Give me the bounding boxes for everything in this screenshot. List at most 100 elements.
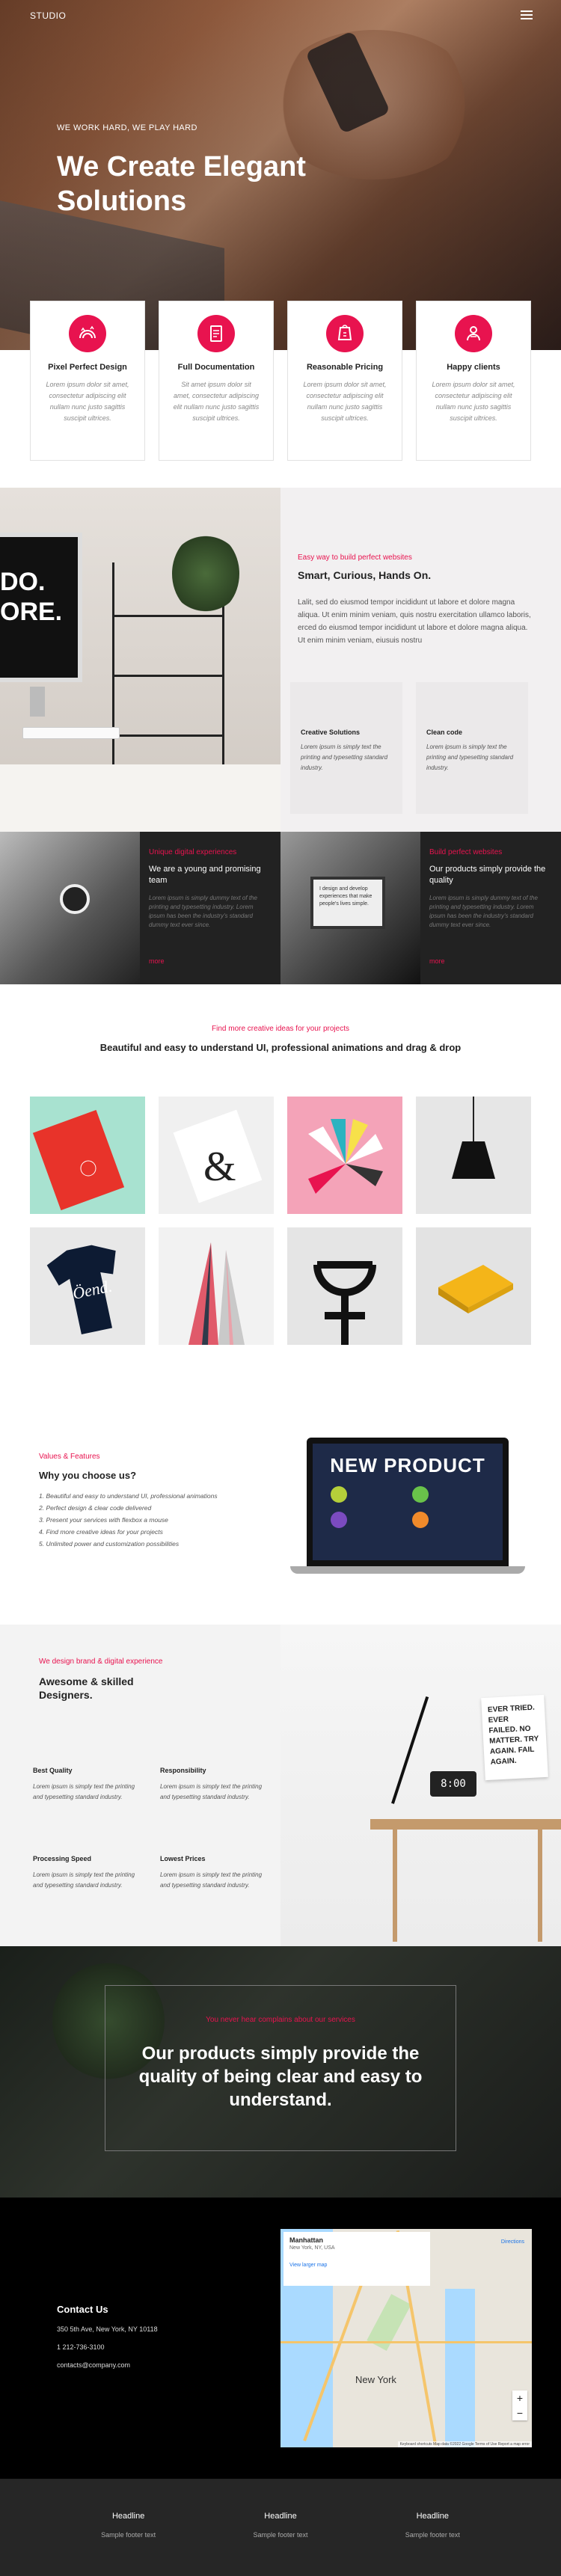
more-link[interactable]: more [149, 957, 165, 965]
split-title: We are a young and promising team [149, 865, 261, 885]
feature-text: Sit amet ipsum dolor sit amet, consectet… [173, 381, 260, 422]
brand-item: Processing Speed Lorem ipsum is simply te… [33, 1855, 145, 1891]
workspace-image: DO. ORE. [0, 488, 280, 832]
monitor-image: DO. ORE. [0, 533, 82, 682]
poster-image: EVER TRIED. EVER FAILED. NO MATTER. TRY … [481, 1694, 548, 1781]
quote-text: Our products simply provide the quality … [138, 2043, 423, 2110]
brand-kicker: We design brand & digital experience [39, 1657, 163, 1666]
about-text-block: Easy way to build perfect websites Smart… [298, 553, 537, 647]
brand-item-title: Lowest Prices [160, 1855, 206, 1862]
feature-card: Pixel Perfect Design Lorem ipsum dolor s… [30, 301, 145, 461]
values-list: 1. Beautiful and easy to understand UI, … [39, 1490, 293, 1550]
map-embed[interactable]: Manhattan New York, NY, USA View larger … [280, 2229, 532, 2447]
map-place-card: Manhattan New York, NY, USA View larger … [283, 2232, 430, 2286]
contact-phone[interactable]: 1 212-736-3100 [57, 2343, 158, 2351]
gallery-tile-typography[interactable] [287, 1227, 402, 1345]
feature-title: Reasonable Pricing [306, 363, 384, 372]
brand-item-title: Processing Speed [33, 1855, 92, 1862]
hero-section: STUDIO WE WORK HARD, WE PLAY HARD We Cre… [0, 0, 561, 350]
alarm-clock: 8:00 [430, 1771, 476, 1797]
product-circles [331, 1486, 485, 1528]
laptop-screen-title: NEW PRODUCT [330, 1454, 485, 1476]
gallery-tile-pendant-lamp[interactable] [416, 1097, 531, 1214]
gallery-tile-red-notebook[interactable] [30, 1097, 145, 1214]
quote-section: You never hear complains about our servi… [0, 1946, 561, 2198]
table-legs [393, 1830, 542, 1942]
map-zoom-control[interactable]: + − [512, 2391, 527, 2420]
brand-item-title: Best Quality [33, 1767, 73, 1774]
split-text: Lorem ipsum is simply dummy text of the … [149, 895, 257, 928]
contact-title: Contact Us [57, 2304, 108, 2315]
contact-email[interactable]: contacts@company.com [57, 2361, 158, 2369]
split-section: Unique digital experiences We are a youn… [0, 832, 561, 984]
document-icon [197, 315, 235, 352]
brand-section: EVER TRIED. EVER FAILED. NO MATTER. TRY … [0, 1625, 561, 1946]
values-list-item: 3. Present your services with flexbox a … [39, 1516, 168, 1524]
gallery-title: Beautiful and easy to understand UI, pro… [99, 1042, 462, 1053]
workspace-photo [0, 832, 140, 984]
footer: Headline Sample footer text Headline Sampl… [0, 2479, 561, 2576]
brand-item-text: Lorem ipsum is simply text the printing … [33, 1871, 135, 1889]
gallery-tile-ampersand[interactable]: & [159, 1097, 274, 1214]
split-kicker: Build perfect websites [429, 848, 503, 856]
map-place-sub: New York, NY, USA [289, 2245, 335, 2251]
gallery-tile-paper-sculpture[interactable] [159, 1227, 274, 1345]
hamburger-menu-icon[interactable] [521, 10, 533, 19]
sub-card-title: Clean code [426, 729, 463, 736]
map-river [445, 2289, 475, 2447]
contact-info: Contact Us 350 5th Ave, New York, NY 101… [57, 2304, 158, 2369]
split-text-block: Unique digital experiences We are a youn… [140, 832, 280, 984]
brand-item-text: Lorem ipsum is simply text the printing … [160, 1871, 263, 1889]
about-title: Smart, Curious, Hands On. [298, 569, 432, 581]
quote-kicker: You never hear complains about our servi… [206, 2016, 355, 2024]
laptop-photo: I design and develop experiences that ma… [280, 832, 420, 984]
rainbow-icon [69, 315, 106, 352]
laptop-screen-text: I design and develop experiences that ma… [319, 886, 373, 907]
product-dot [412, 1512, 429, 1528]
zoom-in-icon[interactable]: + [512, 2391, 527, 2405]
more-link[interactable]: more [429, 957, 445, 965]
brand-item: Responsibility Lorem ipsum is simply text… [160, 1767, 272, 1803]
desk-surface [0, 764, 280, 832]
pricing-icon [326, 315, 364, 352]
split-title: Our products simply provide the quality [429, 865, 546, 885]
about-paragraph: Lalit, sed do eiusmod tempor incididunt … [298, 598, 531, 645]
brand-item: Lowest Prices Lorem ipsum is simply text … [160, 1855, 272, 1891]
view-larger-map-link[interactable]: View larger map [289, 2263, 424, 2268]
feature-title: Happy clients [447, 363, 500, 372]
feature-title: Full Documentation [177, 363, 255, 372]
gallery-tile-tshirt[interactable]: Öend. [30, 1227, 145, 1345]
sub-card-title: Creative Solutions [301, 729, 361, 736]
brand-logo[interactable]: STUDIO [30, 10, 66, 21]
brand-title: Awesome & skilled Designers. [39, 1675, 134, 1701]
feature-card: Full Documentation Sit amet ipsum dolor … [159, 301, 274, 461]
split-text-block: Build perfect websites Our products simp… [420, 832, 561, 984]
hero-eyebrow: WE WORK HARD, WE PLAY HARD [57, 123, 197, 132]
feature-text: Lorem ipsum dolor sit amet, consectetur … [46, 381, 129, 422]
split-kicker: Unique digital experiences [149, 848, 237, 856]
map-credits: Keyboard shortcuts Map data ©2022 Google… [397, 2441, 532, 2447]
values-section: Values & Features Why you choose us? 1. … [0, 1376, 561, 1623]
gallery-header: Find more creative ideas for your projec… [0, 1025, 561, 1053]
laptop-screen: I design and develop experiences that ma… [310, 877, 385, 929]
feature-text: Lorem ipsum dolor sit amet, consectetur … [303, 381, 387, 422]
feature-text: Lorem ipsum dolor sit amet, consectetur … [432, 381, 515, 422]
desk-lamp-image: EVER TRIED. EVER FAILED. NO MATTER. TRY … [280, 1625, 561, 1946]
contact-section: Contact Us 350 5th Ave, New York, NY 101… [0, 2198, 561, 2479]
plant-image [172, 533, 239, 615]
about-sub-card: Clean code Lorem ipsum is simply text th… [416, 682, 528, 814]
values-list-item: 1. Beautiful and easy to understand UI, … [39, 1492, 218, 1500]
product-dot [331, 1512, 347, 1528]
svg-text:&: & [203, 1144, 236, 1190]
footer-text: Sample footer text [405, 2531, 460, 2539]
zoom-out-icon[interactable]: − [512, 2405, 527, 2420]
about-section: DO. ORE. Easy way to build perfect websi… [0, 488, 561, 832]
laptop-base [290, 1566, 525, 1574]
brand-item: Best Quality Lorem ipsum is simply text t… [33, 1767, 145, 1803]
values-text-block: Values & Features Why you choose us? 1. … [39, 1453, 293, 1550]
gallery-tile-yellow-cards[interactable] [416, 1227, 531, 1345]
directions-button[interactable]: Directions [501, 2239, 524, 2245]
sub-card-text: Lorem ipsum is simply text the printing … [301, 743, 388, 771]
footer-column: Headline Sample footer text [69, 2512, 188, 2576]
gallery-tile-book-fan[interactable] [287, 1097, 402, 1214]
